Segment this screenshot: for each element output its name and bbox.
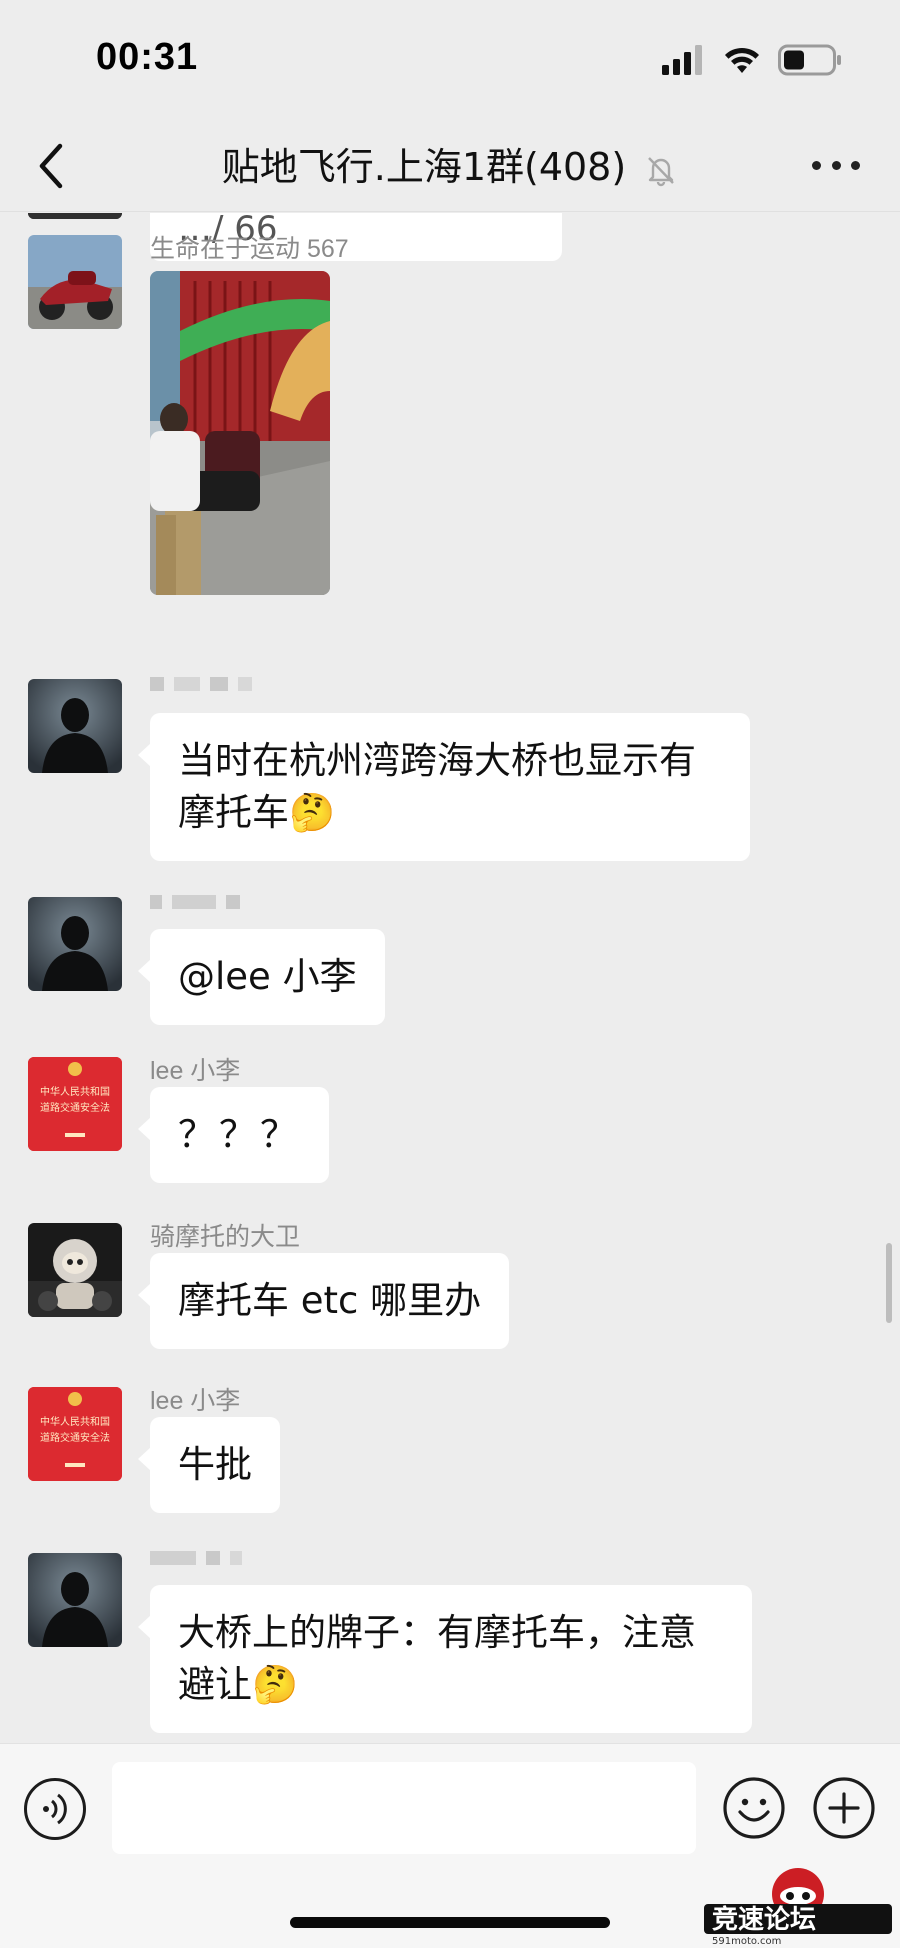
avatar-silhouette[interactable] xyxy=(28,897,122,991)
message-bubble[interactable]: 牛批 xyxy=(138,1417,280,1513)
more-options-icon[interactable] xyxy=(812,150,860,180)
forum-watermark: 竞速论坛 591moto.com xyxy=(700,1864,896,1947)
sender-name: 骑摩托的大卫 xyxy=(150,1223,301,1251)
message-input-bar: 竞速论坛 591moto.com xyxy=(0,1743,900,1948)
law-book-title: 中华人民共和国 xyxy=(40,1085,110,1098)
message-bubble[interactable]: 当时在杭州湾跨海大桥也显示有 摩托车🤔 xyxy=(138,713,750,861)
status-time: 00:31 xyxy=(96,36,199,78)
avatar-silhouette[interactable] xyxy=(28,679,122,773)
battery-icon xyxy=(778,44,841,76)
chat-message-list[interactable]: …/ 66 生命在于运动 567 当时在杭州湾跨海大桥也显示有 摩托车🤔 @le… xyxy=(0,213,900,1743)
sender-name: lee 小李 xyxy=(150,1057,241,1085)
chat-nav-bar: 贴地飞行.上海1群(408) xyxy=(0,120,900,212)
message-bubble[interactable]: ？？？ xyxy=(138,1087,329,1183)
message-bubble[interactable]: @lee 小李 xyxy=(138,929,385,1025)
law-book-title: 道路交通安全法 xyxy=(40,1431,110,1444)
law-book-title: 中华人民共和国 xyxy=(40,1415,110,1428)
message-text-line: 避让🤔 xyxy=(178,1663,299,1706)
avatar-astronaut[interactable] xyxy=(28,1223,122,1317)
mute-bell-icon xyxy=(648,156,675,186)
law-book-image: 中华人民共和国 道路交通安全法 xyxy=(28,1057,122,1151)
chat-title: 贴地飞行.上海1群(408) xyxy=(0,136,900,191)
sender-name: lee 小李 xyxy=(150,1387,241,1415)
chat-title-text: 贴地飞行.上海1群(408) xyxy=(221,145,627,189)
sender-name-blurred xyxy=(150,673,252,695)
cellular-signal-icon xyxy=(662,45,702,75)
law-book-image: 中华人民共和国 道路交通安全法 xyxy=(28,1387,122,1481)
sender-name-blurred xyxy=(150,891,240,913)
scroll-indicator[interactable] xyxy=(886,1243,892,1323)
status-bar: 00:31 xyxy=(0,0,900,120)
avatar-law-book[interactable]: 中华人民共和国 道路交通安全法 xyxy=(28,1057,122,1151)
avatar[interactable] xyxy=(28,213,122,219)
sender-name-blurred xyxy=(150,1547,242,1569)
voice-input-button[interactable] xyxy=(24,1778,86,1840)
avatar-motorcycle[interactable] xyxy=(28,235,122,329)
watermark-text: 竞速论坛 xyxy=(712,1904,816,1935)
sender-name: 生命在于运动 567 xyxy=(150,235,349,263)
watermark-url: 591moto.com xyxy=(712,1936,781,1946)
emoji-icon[interactable] xyxy=(722,1776,786,1840)
message-bubble[interactable]: 摩托车 etc 哪里办 xyxy=(137,1253,510,1349)
plus-icon[interactable] xyxy=(812,1776,876,1840)
message-text-line: 当时在杭州湾跨海大桥也显示有 xyxy=(178,739,696,782)
avatar-silhouette[interactable] xyxy=(28,1553,122,1647)
law-book-title: 道路交通安全法 xyxy=(40,1101,110,1114)
wifi-icon xyxy=(725,47,759,73)
voice-icon xyxy=(43,1793,67,1825)
status-icons xyxy=(662,40,842,80)
message-text-line: 摩托车🤔 xyxy=(178,791,336,834)
home-indicator[interactable] xyxy=(290,1917,610,1928)
message-text-input[interactable] xyxy=(112,1762,696,1854)
message-text-line: 大桥上的牌子：有摩托车，注意 xyxy=(178,1611,696,1654)
message-bubble[interactable]: 大桥上的牌子：有摩托车，注意 避让🤔 xyxy=(138,1585,752,1733)
message-photo[interactable] xyxy=(150,271,330,595)
avatar-law-book[interactable]: 中华人民共和国 道路交通安全法 xyxy=(28,1387,122,1481)
photo-image xyxy=(150,271,330,595)
